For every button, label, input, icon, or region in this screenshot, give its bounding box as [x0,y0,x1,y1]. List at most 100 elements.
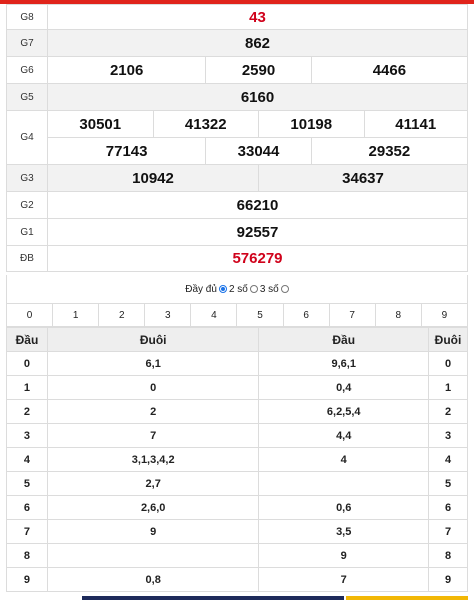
duoi-cell: 0,8 [46,567,260,592]
prize-row-g2: G2 66210 [6,191,468,219]
dau-cell: 7 [258,567,429,592]
col-header-duoi: Đuôi [46,327,260,352]
prize-label: G8 [6,4,48,30]
table-row: 0 6,1 9,6,1 0 [6,351,468,376]
dau-cell: 0 [6,351,48,376]
col-header-duoi: Đuôi [428,327,468,352]
special-prize-number: 576279 [47,245,468,272]
prize-row-special: ĐB 576279 [6,245,468,272]
digit-filter-9[interactable]: 9 [420,303,469,327]
prize-row-g5: G5 6160 [6,83,468,111]
prize-number: 2590 [205,56,312,84]
table-row: 3 7 4,4 3 [6,423,468,448]
duoi-cell: 6,1 [46,351,260,376]
duoi-cell: 9 [46,519,260,544]
prize-row-g8: G8 43 [6,4,468,30]
dau-cell: 8 [6,543,48,568]
dau-cell: 2 [6,399,48,424]
duoi-cell: 4 [428,447,468,472]
table-row: 8 9 8 [6,543,468,568]
duoi-cell: 9 [428,567,468,592]
table-row: 5 2,7 5 [6,471,468,496]
prize-label: G3 [6,164,48,192]
dau-cell: 9,6,1 [258,351,429,376]
duoi-cell: 8 [428,543,468,568]
digit-filter-8[interactable]: 8 [374,303,422,327]
digit-filter-bar: 0 1 2 3 4 5 6 7 8 9 [5,303,469,327]
digit-filter-5[interactable]: 5 [236,303,284,327]
dau-cell [258,471,429,496]
loto-head-tail-table: Đầu Đuôi Đầu Đuôi 0 6,1 9,6,1 0 1 0 0,4 … [6,327,468,592]
prize-number: 10942 [47,164,259,192]
prize-label: G7 [6,29,48,57]
digit-filter-2[interactable]: 2 [98,303,146,327]
dau-cell: 4 [258,447,429,472]
dau-cell: 0,4 [258,375,429,400]
digit-filter-7[interactable]: 7 [328,303,376,327]
duoi-cell: 3 [428,423,468,448]
digit-filter-0[interactable]: 0 [5,303,54,327]
radio-selected-icon[interactable] [218,285,227,293]
dau-cell: 6,2,5,4 [258,399,429,424]
prize-number: 29352 [310,137,469,165]
lottery-results-table: G8 43 G7 862 G6 2106 2590 4466 G5 6160 G… [6,4,469,272]
prize-number: 43 [47,4,468,30]
duoi-cell [46,543,260,568]
digit-filter-4[interactable]: 4 [190,303,238,327]
prize-number: 92557 [47,218,468,246]
dau-cell: 7 [6,519,48,544]
prize-row-g4: G4 30501 41322 10198 41141 [6,110,468,165]
option-full[interactable]: Đầy đủ [185,284,227,295]
prize-number: 4466 [310,56,469,84]
prize-row-g3: G3 10942 34637 [6,164,468,192]
duoi-cell: 6 [428,495,468,520]
table-row: 1 0 0,4 1 [6,375,468,400]
prize-label: ĐB [6,245,48,272]
duoi-cell: 7 [46,423,260,448]
dau-cell: 4,4 [258,423,429,448]
ad-banner-strip[interactable] [82,596,344,600]
prize-number: 33044 [205,137,312,165]
radio-icon[interactable] [280,285,289,293]
prize-row-g6: G6 2106 2590 4466 [6,56,469,84]
prize-label: G4 [6,110,48,165]
prize-label: G6 [6,56,48,84]
dau-cell: 9 [6,567,48,592]
duoi-cell: 3,1,3,4,2 [46,447,260,472]
prize-number: 2106 [46,56,207,84]
option-two-digits[interactable]: 2 số [229,284,258,295]
dau-cell: 0,6 [258,495,429,520]
prize-number: 10198 [258,110,365,138]
option-three-digits[interactable]: 3 số [260,284,289,295]
digit-filter-3[interactable]: 3 [144,303,192,327]
option-full-label: Đầy đủ [185,283,217,295]
dau-cell: 3 [6,423,48,448]
prize-label: G2 [6,191,48,219]
digit-filter-6[interactable]: 6 [282,303,330,327]
dau-cell: 1 [6,375,48,400]
table-row: 4 3,1,3,4,2 4 4 [6,447,468,472]
duoi-cell: 2,7 [46,471,260,496]
duoi-cell: 7 [428,519,468,544]
duoi-cell: 2 [46,399,260,424]
table-row: 9 0,8 7 9 [6,567,468,592]
col-header-dau: Đầu [6,327,48,352]
prize-row-g7: G7 862 [6,29,468,57]
duoi-cell: 0 [46,375,260,400]
display-options: Đầy đủ 2 số 3 số [6,275,468,303]
prize-number: 66210 [47,191,468,219]
duoi-cell: 2,6,0 [46,495,260,520]
radio-icon[interactable] [249,285,258,293]
prize-number: 41141 [363,110,468,138]
digit-filter-1[interactable]: 1 [52,303,100,327]
option-three-label: 3 số [259,283,279,295]
ad-banner-strip[interactable] [346,596,468,600]
prize-label: G1 [6,218,48,246]
option-two-label: 2 số [228,283,248,295]
table-row: 7 9 3,5 7 [6,519,468,544]
col-header-dau: Đầu [258,327,429,352]
duoi-cell: 5 [428,471,468,496]
table-row: 6 2,6,0 0,6 6 [6,495,468,520]
dau-cell: 6 [6,495,48,520]
prize-row-g1: G1 92557 [6,218,468,246]
